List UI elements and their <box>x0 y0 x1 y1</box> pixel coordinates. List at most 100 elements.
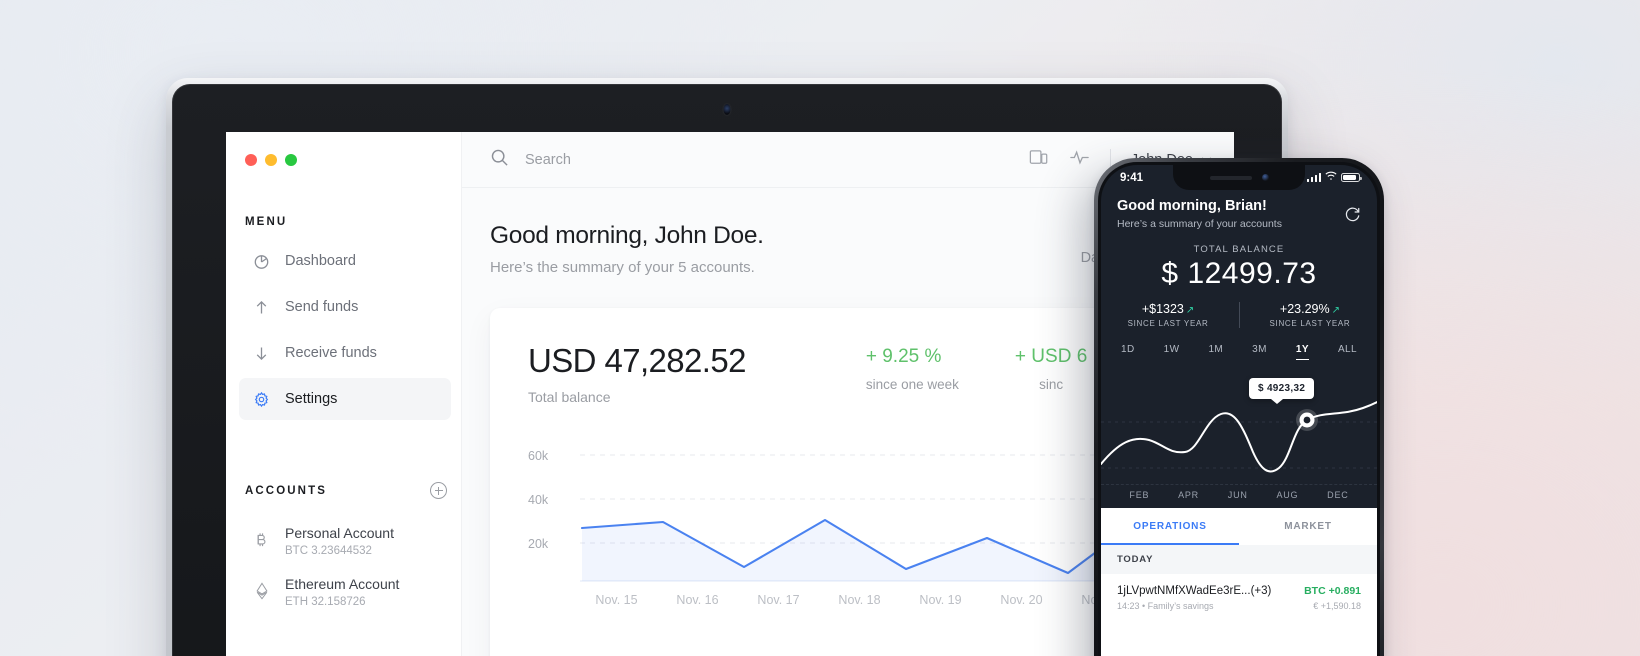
range-3m[interactable]: 3M <box>1252 344 1267 360</box>
search-icon <box>490 148 509 172</box>
transaction-address: 1jLVpwtNMfXWadEe3rE...(+3) <box>1117 585 1272 597</box>
laptop-camera-icon <box>723 104 731 115</box>
range-all[interactable]: ALL <box>1338 344 1357 360</box>
account-item-personal[interactable]: Personal Account BTC 3.23644532 <box>226 515 461 566</box>
close-window-button[interactable] <box>245 154 257 166</box>
account-balance: BTC 3.23644532 <box>285 544 372 557</box>
phone-device: 9:41 Good morning, Brian! Here’s a summa… <box>1094 158 1384 656</box>
phone-line-chart: $ 4923,32 <box>1101 372 1377 484</box>
account-balance: ETH 32.158726 <box>285 595 366 608</box>
bitcoin-icon <box>253 532 270 549</box>
phone-bezel: 9:41 Good morning, Brian! Here’s a summa… <box>1098 162 1380 656</box>
y-axis-tick-60k: 60k <box>528 449 549 463</box>
search-input[interactable] <box>525 151 805 168</box>
account-item-ethereum[interactable]: Ethereum Account ETH 32.158726 <box>226 566 461 617</box>
range-1w[interactable]: 1W <box>1164 344 1180 360</box>
range-1d[interactable]: 1D <box>1121 344 1135 360</box>
x-axis-tick: Nov. 20 <box>1000 593 1043 607</box>
x-axis-tick: Nov. 18 <box>838 593 881 607</box>
accounts-heading-label: ACCOUNTS <box>245 484 327 497</box>
page-subtitle: Here’s the summary of your 5 accounts. <box>490 259 755 276</box>
accounts-list: Personal Account BTC 3.23644532 Ethereum… <box>226 515 461 617</box>
balance-block: USD 47,282.52 Total balance <box>528 342 746 405</box>
phone-stat-value: +23.29% ↗ <box>1270 302 1351 316</box>
phone-stat-caption: SINCE LAST YEAR <box>1269 319 1351 328</box>
wifi-icon <box>1325 171 1337 184</box>
x-axis-tick: Nov. 15 <box>595 593 638 607</box>
refresh-icon[interactable] <box>1344 198 1361 228</box>
sidebar-item-label: Dashboard <box>285 253 356 269</box>
transaction-meta: 14:23 • Family’s savings <box>1117 601 1214 611</box>
sidebar-item-label: Settings <box>285 391 338 407</box>
greeting-name: Brian! <box>1224 198 1267 214</box>
sidebar-item-send-funds[interactable]: Send funds <box>239 286 451 328</box>
gear-icon <box>253 391 270 408</box>
x-axis-tick: Nov. 16 <box>676 593 719 607</box>
phone-stats-divider <box>1238 302 1240 328</box>
arrow-up-icon <box>253 299 270 316</box>
month-tick: FEB <box>1129 490 1150 500</box>
stat-amount: +$1323 <box>1141 302 1184 316</box>
phone-status-bar: 9:41 <box>1101 165 1377 190</box>
month-tick: APR <box>1178 490 1199 500</box>
sidebar-menu-heading: MENU <box>245 216 288 228</box>
transaction-fiat-amount: € +1,590.18 <box>1313 601 1361 611</box>
list-item[interactable]: 1jLVpwtNMfXWadEe3rE...(+3) 14:23 • Famil… <box>1101 574 1377 611</box>
phone-chart-svg <box>1101 401 1377 473</box>
window-controls <box>226 132 461 166</box>
phone-chart-months: FEB APR JUN AUG DEC <box>1101 484 1377 508</box>
sidebar-item-settings[interactable]: Settings <box>239 378 451 420</box>
account-name: Ethereum Account <box>285 575 400 592</box>
balance-stats: + 9.25 % since one week + USD 6 sinc <box>866 342 1087 392</box>
devices-icon[interactable] <box>1028 147 1049 173</box>
range-1m[interactable]: 1M <box>1208 344 1223 360</box>
phone-total-balance-amount: $ 12499.73 <box>1161 257 1317 290</box>
sidebar-item-dashboard[interactable]: Dashboard <box>239 240 451 282</box>
tab-market[interactable]: MARKET <box>1239 508 1377 545</box>
month-tick: AUG <box>1276 490 1299 500</box>
ethereum-icon <box>253 582 270 600</box>
phone-total-balance-label: TOTAL BALANCE <box>1193 244 1285 255</box>
phone-stat-percent: +23.29% ↗ SINCE LAST YEAR <box>1270 302 1351 328</box>
status-indicators <box>1306 171 1362 184</box>
phone-stat-value: +$1323 ↗ <box>1128 302 1209 316</box>
phone-greeting: Good morning, Brian! <box>1117 198 1344 214</box>
phone-range-selector: 1D 1W 1M 3M 1Y ALL <box>1101 328 1377 360</box>
sidebar-item-receive-funds[interactable]: Receive funds <box>239 332 451 374</box>
stat-value: + USD 6 <box>1014 346 1088 367</box>
arrow-down-icon <box>253 345 270 362</box>
tab-operations[interactable]: OPERATIONS <box>1101 508 1239 545</box>
stat-absolute: + USD 6 sinc <box>1015 346 1087 392</box>
sidebar-accounts-heading: ACCOUNTS <box>226 424 461 499</box>
sidebar: MENU Dashboard Send funds Receive funds … <box>226 132 462 656</box>
phone-stat-absolute: +$1323 ↗ SINCE LAST YEAR <box>1128 302 1209 328</box>
sidebar-item-label: Receive funds <box>285 345 377 361</box>
month-tick: DEC <box>1327 490 1349 500</box>
x-axis-tick: Nov. 19 <box>919 593 962 607</box>
cellular-signal-icon <box>1306 173 1321 182</box>
phone-tabs: OPERATIONS MARKET <box>1101 508 1377 545</box>
status-time: 9:41 <box>1120 171 1144 184</box>
trend-up-arrow-icon: ↗ <box>1185 305 1195 316</box>
laptop-screen: MENU Dashboard Send funds Receive funds … <box>226 132 1234 656</box>
search-area <box>490 148 1014 172</box>
phone-stat-caption: SINCE LAST YEAR <box>1127 319 1209 328</box>
range-1y[interactable]: 1Y <box>1295 344 1309 360</box>
trend-up-arrow-icon: ↗ <box>1331 305 1340 316</box>
x-axis-tick: Nov. 17 <box>757 593 800 607</box>
total-balance-label: Total balance <box>528 389 611 405</box>
minimize-window-button[interactable] <box>265 154 277 166</box>
y-axis-tick-40k: 40k <box>528 493 549 507</box>
transactions-list: TODAY 1jLVpwtNMfXWadEe3rE...(+3) 14:23 •… <box>1101 545 1377 656</box>
activity-pulse-icon[interactable] <box>1069 147 1090 173</box>
stat-caption: sinc <box>1039 377 1064 392</box>
y-axis-tick-20k: 20k <box>528 537 549 551</box>
phone-header: Good morning, Brian! Here’s a summary of… <box>1101 190 1377 230</box>
stat-value: + 9.25 % <box>865 346 942 367</box>
transactions-list-header: TODAY <box>1101 545 1377 574</box>
battery-icon <box>1341 172 1362 183</box>
stat-amount: +23.29% <box>1279 302 1330 316</box>
add-account-button[interactable] <box>430 482 447 499</box>
maximize-window-button[interactable] <box>285 154 297 166</box>
transaction-amount: BTC +0.891 <box>1304 585 1361 597</box>
